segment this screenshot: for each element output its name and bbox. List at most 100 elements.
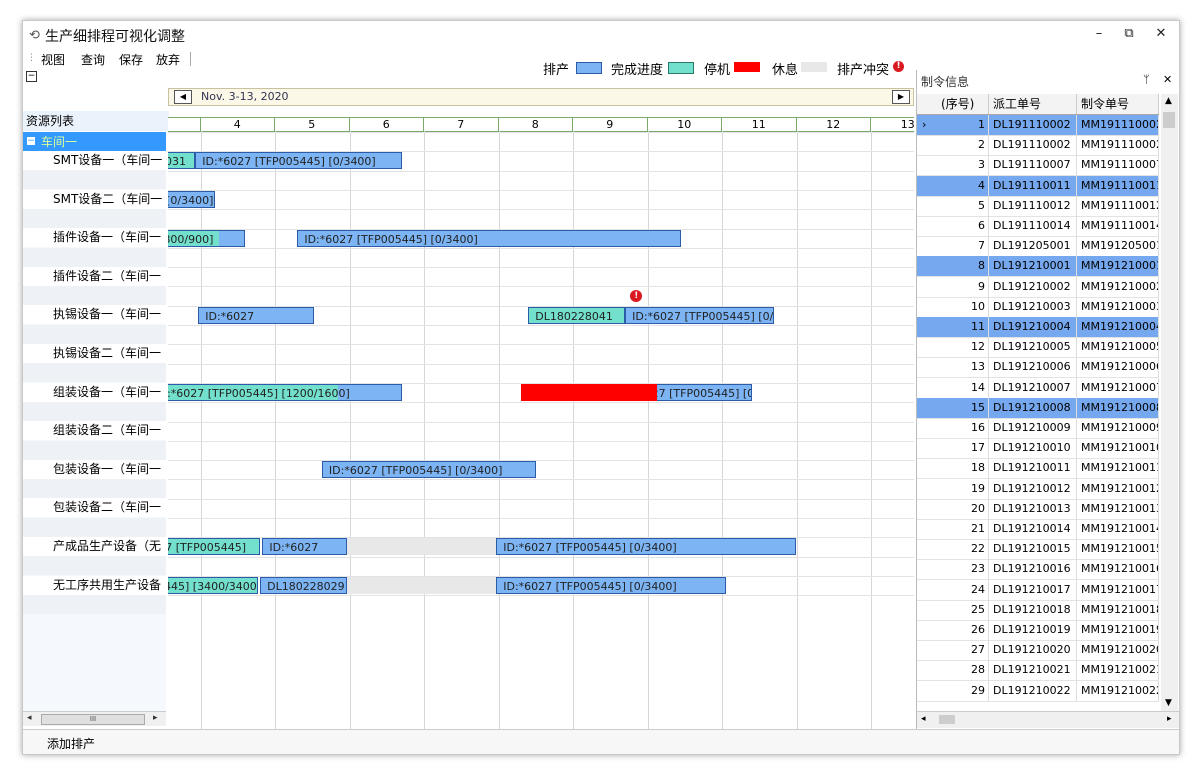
resource-subrow [23, 556, 166, 576]
order-row[interactable]: 27 DL191210020 MM191210020 [917, 640, 1159, 662]
schedule-bar[interactable]: ID:*6027 [TFP005445] [0/3400] [496, 576, 726, 594]
schedule-bar[interactable]: ID:*6027 [TFP005445] [1200/1600] [168, 383, 402, 401]
menu-query[interactable]: 查询 [81, 51, 105, 68]
schedule-bar[interactable]: ID:*6027 [TFP005445] [0/3400] [297, 229, 682, 247]
order-row[interactable]: 14 DL191210007 MM191210007 [917, 377, 1159, 399]
order-row[interactable]: 13 DL191210006 MM191210006 [917, 357, 1159, 379]
row-dispatch-no: DL191210001 [989, 256, 1077, 277]
window-title: 生产细排程可视化调整 [45, 29, 185, 45]
row-dispatch-no: DL191210009 [989, 418, 1077, 438]
schedule-bar[interactable]: DL180228031 [168, 152, 196, 170]
resource-item[interactable]: 插件设备一（车间一 [23, 228, 166, 248]
menu-view[interactable]: 视图 [41, 51, 65, 68]
scroll-left-icon[interactable]: ◂ [921, 714, 926, 724]
stop-period[interactable] [520, 383, 658, 401]
schedule-bar[interactable]: DL180228029 [260, 576, 348, 594]
order-row[interactable]: 25 DL191210018 MM191210018 [917, 599, 1159, 621]
schedule-bar[interactable]: TFP005445] [3400/3400] [168, 576, 258, 594]
resource-item[interactable]: SMT设备一（车间一 [23, 151, 166, 170]
order-row[interactable]: 5 DL191110012 MM191110012 [917, 195, 1159, 217]
order-row[interactable]: 28 DL191210021 MM191210021 [917, 660, 1159, 682]
prev-period-button[interactable]: ◀ [174, 90, 192, 104]
schedule-bar[interactable]: DL180228041 [528, 306, 626, 324]
order-row[interactable]: 11 DL191210004 MM191210004 [917, 317, 1159, 338]
resource-item[interactable]: SMT设备二（车间一 [23, 189, 166, 209]
resource-item[interactable]: 组装设备一（车间一 [23, 382, 166, 402]
order-row[interactable]: 6 DL191110014 MM191110014 [917, 216, 1159, 237]
order-row[interactable]: 23 DL191210016 MM191210016 [917, 559, 1159, 581]
vscroll-thumb[interactable] [1163, 112, 1175, 128]
order-row[interactable]: 16 DL191210009 MM191210009 [917, 418, 1159, 439]
day-gridline [796, 131, 798, 731]
scroll-right-icon[interactable]: ▸ [1167, 714, 1172, 724]
panel-close-icon[interactable]: ✕ [1163, 73, 1172, 86]
menu-discard[interactable]: 放弃 [156, 51, 180, 68]
restore-button[interactable]: ⧉ [1119, 26, 1139, 41]
order-row[interactable]: › 1 DL191110002 MM191110002 [917, 115, 1159, 136]
resource-item[interactable]: 包装设备一（车间一 [23, 459, 166, 479]
order-row[interactable]: 17 DL191210010 MM191210010 [917, 438, 1159, 460]
order-row[interactable]: 3 DL191110007 MM191110007 [917, 155, 1159, 177]
resource-item[interactable]: 组装设备二（车间一 [23, 421, 166, 441]
conflict-icon[interactable]: ! [630, 290, 643, 303]
col-header-order[interactable]: 制令单号 [1077, 94, 1159, 114]
order-row[interactable]: 2 DL191110002 MM191110002 [917, 135, 1159, 157]
schedule-bar[interactable]: 5445] [800/900] [168, 229, 246, 247]
order-grid-hscroll[interactable]: ◂ ▸ [917, 711, 1179, 728]
order-row[interactable]: 29 DL191210022 MM191210022 [917, 680, 1159, 702]
legend-swatch-rest [801, 62, 827, 72]
schedule-bar[interactable]: 05445] [0/3400] [168, 190, 216, 208]
order-row[interactable]: 12 DL191210005 MM191210005 [917, 337, 1159, 359]
pin-icon[interactable]: ᛘ [1143, 73, 1150, 86]
next-period-button[interactable]: ▶ [892, 90, 910, 104]
resource-root-workshop[interactable]: − 车间一 [23, 132, 166, 151]
schedule-bar[interactable]: ID:*6027 [TFP005445] [0/3400] [321, 461, 536, 479]
order-row[interactable]: 18 DL191210011 MM191210011 [917, 458, 1159, 480]
tree-collapse-icon[interactable]: − [27, 137, 35, 146]
schedule-bar[interactable]: ID:*6027 [262, 538, 348, 556]
order-grid-vscroll[interactable]: ▲ ▼ [1161, 94, 1178, 711]
order-row[interactable]: 4 DL191110011 MM191110011 [917, 175, 1159, 197]
order-row[interactable]: 21 DL191210014 MM191210014 [917, 519, 1159, 540]
scroll-left-icon[interactable]: ◂ [27, 713, 32, 723]
scroll-up-icon[interactable]: ▲ [1165, 96, 1172, 106]
order-row[interactable]: 20 DL191210013 MM191210013 [917, 498, 1159, 520]
order-row[interactable]: 15 DL191210008 MM191210008 [917, 397, 1159, 419]
order-row[interactable]: 10 DL191210003 MM191210003 [917, 296, 1159, 318]
gantt-chart[interactable]: 345678910111213 DL180228031 ID:*6027 [TFP0… [168, 117, 914, 731]
resource-item[interactable]: 插件设备二（车间一 [23, 266, 166, 286]
scroll-down-icon[interactable]: ▼ [1165, 698, 1172, 708]
menu-save[interactable]: 保存 [119, 51, 143, 68]
row-order-no: MM191210007 [1077, 377, 1159, 398]
col-header-seq[interactable]: (序号) [937, 94, 989, 114]
resource-root-label: 车间一 [41, 135, 78, 149]
schedule-bar[interactable]: ID:*6027 [TFP005445] [0/3400] [496, 538, 797, 556]
scroll-right-icon[interactable]: ▸ [153, 713, 158, 723]
minimize-button[interactable]: – [1089, 26, 1109, 41]
hscroll-thumb[interactable] [939, 715, 955, 724]
resource-item[interactable]: 包装设备二（车间一 [23, 498, 166, 518]
order-row[interactable]: 26 DL191210019 MM191210019 [917, 620, 1159, 641]
order-row[interactable]: 9 DL191210002 MM191210002 [917, 276, 1159, 298]
close-button[interactable]: ✕ [1151, 26, 1171, 41]
schedule-bar[interactable]: ID:*6027 [TFP005445] [0/3400] [195, 152, 402, 170]
col-header-dispatch[interactable]: 派工单号 [989, 94, 1077, 114]
resource-item[interactable]: 执锡设备一（车间一 [23, 305, 166, 325]
order-row[interactable]: 8 DL191210001 MM191210001 [917, 256, 1159, 278]
order-row[interactable]: 19 DL191210012 MM191210012 [917, 478, 1159, 500]
row-order-no: MM191210017 [1077, 579, 1159, 600]
schedule-bar[interactable]: ID:*6027 [TFP005445] [0/3400] [625, 306, 775, 324]
legend-swatch-scheduled [576, 62, 602, 74]
resource-item[interactable]: 执锡设备二（车间一 [23, 344, 166, 363]
scroll-thumb[interactable]: III [41, 714, 145, 725]
resource-item[interactable]: 产成品生产设备（无 [23, 537, 166, 556]
schedule-bar[interactable]: ID:*6027 [TFP005445] [168, 538, 261, 556]
order-row[interactable]: 7 DL191205001 MM191205001 [917, 236, 1159, 258]
app-icon: ⟲ [29, 28, 40, 43]
schedule-bar[interactable]: ID:*6027 [198, 306, 315, 324]
collapse-all-icon[interactable]: − [26, 71, 37, 82]
order-row[interactable]: 22 DL191210015 MM191210015 [917, 539, 1159, 561]
order-row[interactable]: 24 DL191210017 MM191210017 [917, 579, 1159, 601]
resource-list-hscroll[interactable]: ◂ III ▸ [23, 711, 166, 726]
resource-item[interactable]: 无工序共用生产设备 [23, 575, 166, 595]
